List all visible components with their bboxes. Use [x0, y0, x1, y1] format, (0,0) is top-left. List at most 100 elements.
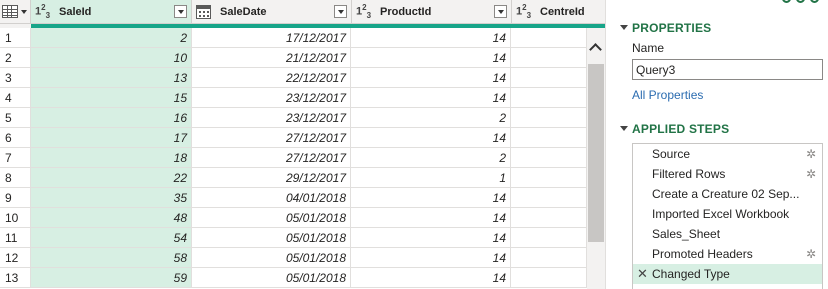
cell-saledate[interactable]: 22/12/2017 — [192, 68, 351, 87]
cell-saledate[interactable]: 21/12/2017 — [192, 48, 351, 67]
cell-saleid[interactable]: 35 — [31, 188, 192, 207]
table-row[interactable]: 4 15 23/12/2017 14 — [0, 88, 587, 108]
row-number[interactable]: 11 — [0, 228, 31, 247]
row-number[interactable]: 8 — [0, 168, 31, 187]
cell-centreid[interactable] — [511, 48, 587, 67]
cell-centreid[interactable] — [511, 128, 587, 147]
cell-centreid[interactable] — [511, 268, 587, 287]
column-filter-dropdown[interactable] — [494, 5, 507, 18]
cell-productid[interactable]: 14 — [351, 188, 511, 207]
applied-step[interactable]: Promoted Headers ✲ — [633, 244, 822, 264]
row-number[interactable]: 7 — [0, 148, 31, 167]
cell-centreid[interactable] — [511, 88, 587, 107]
row-number[interactable]: 10 — [0, 208, 31, 227]
gear-icon[interactable]: ✲ — [805, 168, 817, 180]
cell-saleid[interactable]: 2 — [31, 28, 192, 47]
cell-productid[interactable]: 2 — [351, 108, 511, 127]
column-header-centreid[interactable]: 123 CentreId — [512, 0, 605, 24]
cell-saledate[interactable]: 05/01/2018 — [192, 228, 351, 247]
row-number[interactable]: 3 — [0, 68, 31, 87]
cell-saleid[interactable]: 15 — [31, 88, 192, 107]
cell-centreid[interactable] — [511, 248, 587, 267]
cell-centreid[interactable] — [511, 148, 587, 167]
all-properties-link[interactable]: All Properties — [632, 88, 703, 102]
cell-saleid[interactable]: 18 — [31, 148, 192, 167]
whole-number-type-icon[interactable]: 123 — [31, 3, 57, 20]
applied-step[interactable]: Imported Excel Workbook — [633, 204, 822, 224]
row-number[interactable]: 13 — [0, 268, 31, 287]
column-filter-dropdown[interactable] — [334, 5, 347, 18]
cell-centreid[interactable] — [511, 208, 587, 227]
scrollbar-thumb[interactable] — [588, 64, 604, 242]
collapse-triangle-icon[interactable] — [620, 25, 628, 30]
cell-productid[interactable]: 14 — [351, 208, 511, 227]
applied-step[interactable]: Filtered Rows ✲ — [633, 164, 822, 184]
row-number[interactable]: 12 — [0, 248, 31, 267]
table-row[interactable]: 6 17 27/12/2017 14 — [0, 128, 587, 148]
collapse-triangle-icon[interactable] — [620, 126, 628, 131]
cell-saledate[interactable]: 17/12/2017 — [192, 28, 351, 47]
cell-centreid[interactable] — [511, 68, 587, 87]
cell-saleid[interactable]: 16 — [31, 108, 192, 127]
table-row[interactable]: 5 16 23/12/2017 2 — [0, 108, 587, 128]
chevron-up-icon[interactable] — [589, 43, 602, 56]
cell-saledate[interactable]: 29/12/2017 — [192, 168, 351, 187]
vertical-scrollbar[interactable] — [587, 28, 605, 289]
applied-step[interactable]: Source ✲ — [633, 144, 822, 164]
row-number[interactable]: 2 — [0, 48, 31, 67]
cell-productid[interactable]: 14 — [351, 28, 511, 47]
cell-centreid[interactable] — [511, 28, 587, 47]
cell-productid[interactable]: 14 — [351, 48, 511, 67]
cell-productid[interactable]: 14 — [351, 248, 511, 267]
cell-productid[interactable]: 14 — [351, 68, 511, 87]
cell-saleid[interactable]: 59 — [31, 268, 192, 287]
column-header-productid[interactable]: 123 ProductId — [352, 0, 512, 24]
query-name-input[interactable] — [632, 59, 823, 80]
cell-saleid[interactable]: 58 — [31, 248, 192, 267]
row-number[interactable]: 6 — [0, 128, 31, 147]
cell-saledate[interactable]: 27/12/2017 — [192, 148, 351, 167]
applied-step[interactable]: Create a Creature 02 Sep... — [633, 184, 822, 204]
table-row[interactable]: 11 54 05/01/2018 14 — [0, 228, 587, 248]
cell-centreid[interactable] — [511, 188, 587, 207]
cell-saleid[interactable]: 17 — [31, 128, 192, 147]
cell-saleid[interactable]: 48 — [31, 208, 192, 227]
cell-saledate[interactable]: 27/12/2017 — [192, 128, 351, 147]
delete-step-icon[interactable]: ✕ — [637, 264, 648, 284]
table-row[interactable]: 10 48 05/01/2018 14 — [0, 208, 587, 228]
cell-productid[interactable]: 14 — [351, 128, 511, 147]
cell-centreid[interactable] — [511, 168, 587, 187]
table-row[interactable]: 8 22 29/12/2017 1 — [0, 168, 587, 188]
gear-icon[interactable]: ✲ — [805, 148, 817, 160]
cell-productid[interactable]: 14 — [351, 228, 511, 247]
cell-centreid[interactable] — [511, 228, 587, 247]
row-number[interactable]: 5 — [0, 108, 31, 127]
cell-productid[interactable]: 1 — [351, 168, 511, 187]
cell-saledate[interactable]: 05/01/2018 — [192, 268, 351, 287]
applied-step[interactable]: ✕ Changed Type — [633, 264, 822, 284]
row-number[interactable]: 4 — [0, 88, 31, 107]
row-number[interactable]: 1 — [0, 28, 31, 47]
whole-number-type-icon[interactable]: 123 — [352, 3, 378, 20]
table-row[interactable]: 1 2 17/12/2017 14 — [0, 28, 587, 48]
cell-saledate[interactable]: 23/12/2017 — [192, 88, 351, 107]
cell-saledate[interactable]: 05/01/2018 — [192, 248, 351, 267]
applied-step[interactable]: Sales_Sheet — [633, 224, 822, 244]
cell-productid[interactable]: 14 — [351, 88, 511, 107]
column-filter-dropdown[interactable] — [174, 5, 187, 18]
cell-productid[interactable]: 2 — [351, 148, 511, 167]
cell-saledate[interactable]: 05/01/2018 — [192, 208, 351, 227]
table-row[interactable]: 7 18 27/12/2017 2 — [0, 148, 587, 168]
table-row[interactable]: 3 13 22/12/2017 14 — [0, 68, 587, 88]
whole-number-type-icon[interactable]: 123 — [512, 3, 538, 20]
cell-saledate[interactable]: 04/01/2018 — [192, 188, 351, 207]
row-number[interactable]: 9 — [0, 188, 31, 207]
calendar-icon[interactable] — [196, 4, 211, 19]
table-row[interactable]: 2 10 21/12/2017 14 — [0, 48, 587, 68]
table-row[interactable]: 9 35 04/01/2018 14 — [0, 188, 587, 208]
table-row[interactable]: 13 59 05/01/2018 14 — [0, 268, 587, 288]
cell-saleid[interactable]: 54 — [31, 228, 192, 247]
cell-productid[interactable]: 14 — [351, 268, 511, 287]
column-header-saledate[interactable]: SaleDate — [192, 0, 352, 24]
cell-saleid[interactable]: 22 — [31, 168, 192, 187]
